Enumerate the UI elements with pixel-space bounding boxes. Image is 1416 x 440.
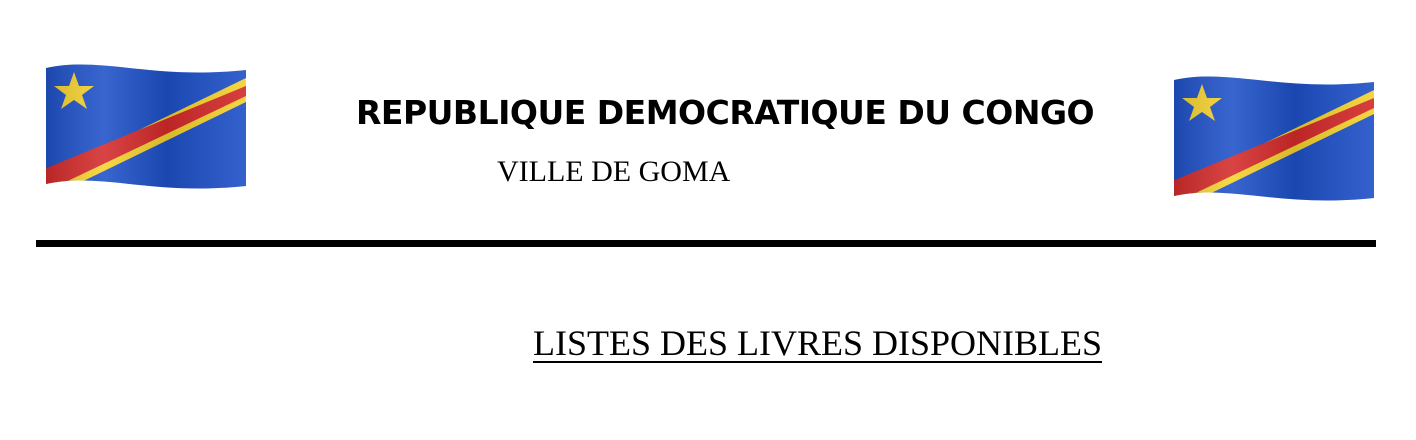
document-title: LISTES DES LIVRES DISPONIBLES (533, 323, 1103, 363)
city-name: VILLE DE GOMA (497, 155, 731, 188)
drc-flag-right-icon (1174, 76, 1374, 201)
country-name: REPUBLIQUE DEMOCRATIQUE DU CONGO (356, 93, 1095, 132)
header-divider (36, 240, 1376, 247)
drc-flag-left-icon (46, 64, 246, 189)
